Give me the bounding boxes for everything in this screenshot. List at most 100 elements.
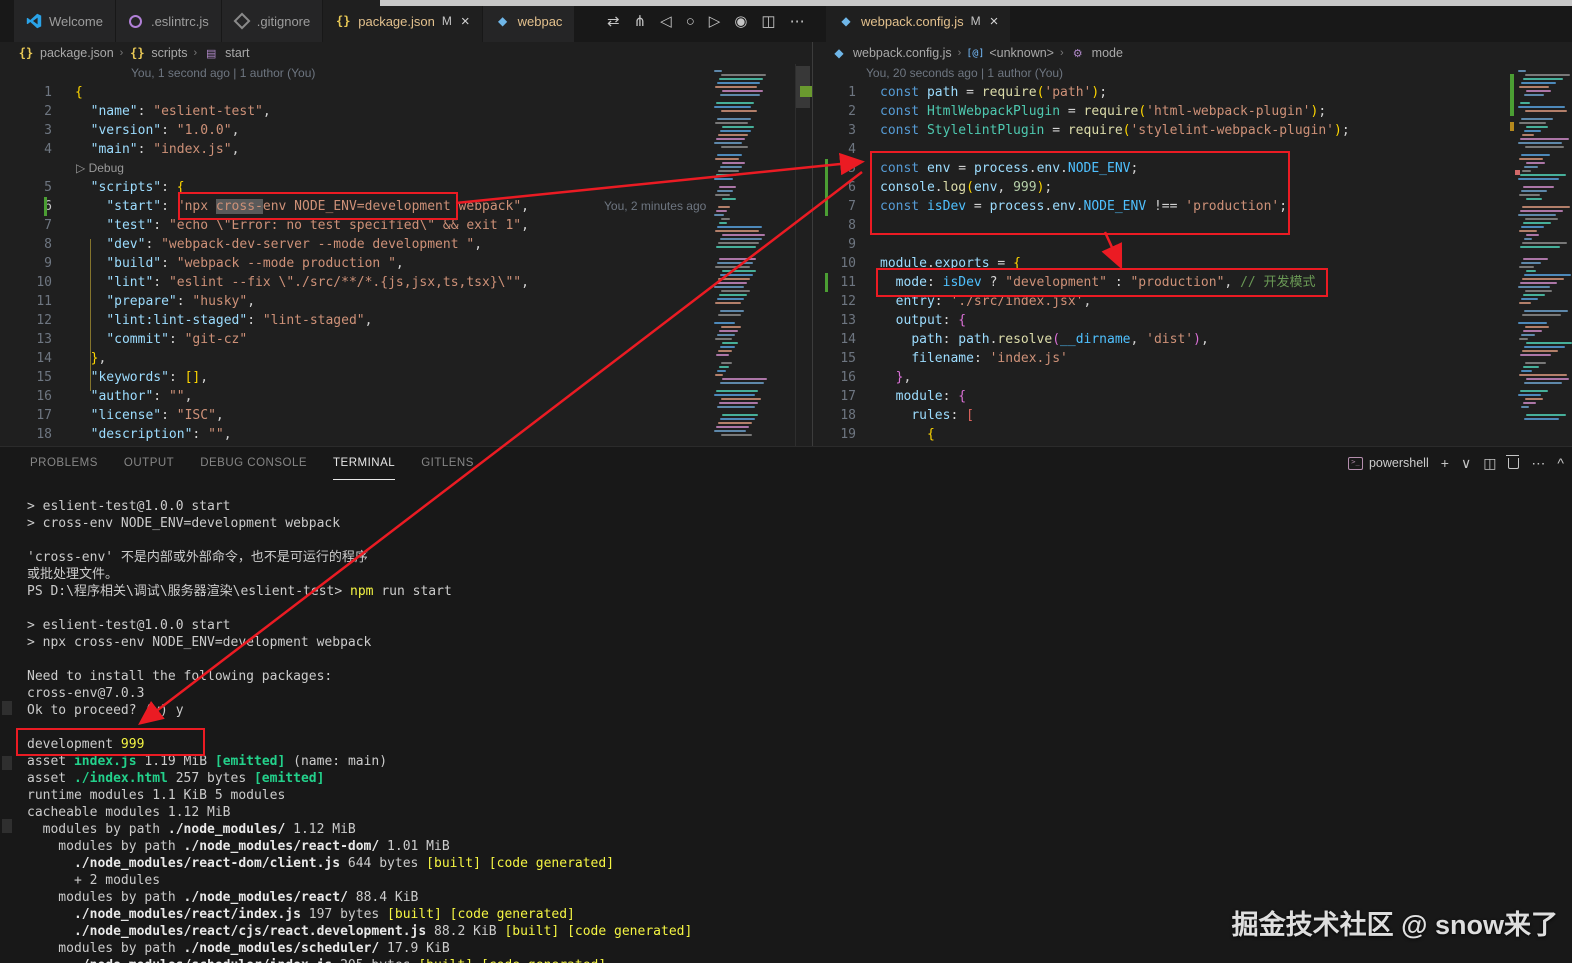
panel-tab-gitlens[interactable]: GITLENS	[421, 447, 474, 480]
previous-change-icon[interactable]: ◁	[660, 12, 672, 30]
tab--eslintrc-js[interactable]: .eslintrc.js	[115, 0, 222, 42]
text-segment: "keywords"	[90, 370, 169, 385]
text-segment: cacheable modules 1.12 MiB	[27, 805, 231, 820]
run-file-icon[interactable]: ◉	[734, 12, 747, 30]
terminal-output[interactable]: > eslient-test@1.0.0 start > cross-env NO…	[0, 479, 1572, 963]
text-segment	[75, 199, 106, 214]
panel-tab-debug-console[interactable]: DEBUG CONSOLE	[200, 447, 307, 480]
code-line[interactable]: 15 "keywords": [],	[0, 368, 812, 387]
minimap-line	[1520, 102, 1530, 104]
code-line[interactable]: 17 "license": "ISC",	[0, 406, 812, 425]
line-number: 4	[848, 142, 856, 157]
code-line[interactable]: 8 "dev": "webpack-dev-server --mode deve…	[0, 235, 812, 254]
code-line[interactable]: 19 {	[813, 425, 1572, 444]
minimap-line	[720, 274, 753, 276]
text-segment: ,	[200, 370, 209, 385]
minimap-line	[722, 126, 754, 128]
tab-package-json[interactable]: {} package.json M ×	[323, 0, 483, 42]
panel-tab-output[interactable]: OUTPUT	[124, 447, 174, 480]
code-line[interactable]: 18 rules: [	[813, 406, 1572, 425]
text-segment: 'index.js'	[989, 351, 1068, 366]
code-line[interactable]: 14 },	[0, 349, 812, 368]
text-segment: {	[958, 389, 967, 404]
kill-terminal-icon[interactable]	[1506, 454, 1520, 469]
code-line[interactable]: 16 },	[813, 368, 1572, 387]
close-icon[interactable]: ×	[990, 13, 999, 30]
tab-webpack-config-js[interactable]: ◆ webpack.config.js M ×	[826, 0, 1012, 42]
scrollbar-track[interactable]	[795, 64, 812, 446]
text-segment: 88.2 KiB	[426, 924, 505, 939]
code-line[interactable]: 11 "prepare": "husky",	[0, 292, 812, 311]
text-segment: "description"	[90, 427, 193, 442]
code-line[interactable]: 13 output: {	[813, 311, 1572, 330]
minimap-line	[721, 110, 757, 112]
breadcrumb-item[interactable]: scripts	[151, 46, 187, 60]
minimap[interactable]	[1516, 64, 1572, 444]
launch-profile-dropdown-icon[interactable]: ∨	[1461, 455, 1471, 472]
text-segment: > eslient-test@1.0.0 start	[27, 618, 231, 633]
code-line[interactable]: 16 "author": "",	[0, 387, 812, 406]
split-editor-icon[interactable]: ◫	[761, 12, 775, 30]
codelens-debug[interactable]: ▷ Debug	[0, 159, 812, 178]
code-line[interactable]: 9	[813, 235, 1572, 254]
code-line[interactable]: 18 "description": "",	[0, 425, 812, 444]
editor-left-package-json[interactable]: {} package.json › {} scripts › ▤ start You, 1 s…	[0, 42, 812, 446]
text-segment	[27, 958, 74, 963]
code-line[interactable]: 4 "main": "index.js",	[0, 140, 812, 159]
minimap-line	[1521, 298, 1538, 300]
code-line[interactable]: 2 const HtmlWebpackPlugin = require('html…	[813, 102, 1572, 121]
code-line[interactable]: 2 "name": "eslient-test",	[0, 102, 812, 121]
text-segment: :	[161, 180, 177, 195]
text-segment: ,	[1130, 332, 1147, 347]
tab-welcome[interactable]: Welcome	[14, 0, 116, 42]
source-control-graph-icon[interactable]: ⋔	[634, 12, 647, 30]
code-line[interactable]: 17 module: {	[813, 387, 1572, 406]
breadcrumb[interactable]: {} package.json › {} scripts › ▤ start	[0, 42, 812, 64]
editor-right-webpack-config[interactable]: ◆ webpack.config.js › [@] <unknown> › ⚙ mode Yo…	[813, 42, 1572, 446]
terminal-shell-item[interactable]: >_ powershell	[1347, 456, 1429, 470]
code-line[interactable]: 13 "commit": "git-cz"	[0, 330, 812, 349]
code-area[interactable]: You, 20 seconds ago | 1 author (You) 1 con…	[813, 64, 1572, 446]
close-icon[interactable]: ×	[461, 13, 470, 30]
code-line[interactable]: 15 filename: 'index.js'	[813, 349, 1572, 368]
breadcrumb[interactable]: ◆ webpack.config.js › [@] <unknown> › ⚙ mode	[813, 42, 1572, 64]
code-line[interactable]: 10 "lint": "eslint --fix \"./src/**/*.{j…	[0, 273, 812, 292]
split-terminal-icon[interactable]: ◫	[1483, 455, 1496, 472]
more-actions-icon[interactable]: ⋯	[790, 12, 805, 30]
new-terminal-icon[interactable]: +	[1441, 455, 1449, 471]
more-actions-icon[interactable]: ⋯	[1531, 455, 1545, 472]
code-line[interactable]: 3 const StylelintPlugin = require('stylel…	[813, 121, 1572, 140]
text-segment: "author"	[90, 389, 154, 404]
next-change-icon[interactable]: ▷	[709, 12, 721, 30]
change-dot-icon[interactable]: ○	[686, 13, 695, 30]
minimap-line	[722, 378, 767, 380]
panel-tab-terminal[interactable]: TERMINAL	[333, 447, 396, 480]
breadcrumb-item[interactable]: <unknown>	[989, 46, 1054, 60]
breadcrumb-item[interactable]: start	[225, 46, 249, 60]
minimap-line	[1523, 402, 1536, 404]
minimap[interactable]	[712, 64, 767, 444]
code-line[interactable]: 1 const path = require('path');	[813, 83, 1572, 102]
breadcrumb-separator: ›	[119, 47, 124, 59]
minimap-line	[719, 330, 738, 332]
code-line[interactable]: 12 "lint:lint-staged": "lint-staged",	[0, 311, 812, 330]
tab--gitignore[interactable]: .gitignore	[221, 0, 324, 42]
panel-tab-problems[interactable]: PROBLEMS	[30, 447, 98, 480]
code-line[interactable]: 3 "version": "1.0.0",	[0, 121, 812, 140]
text-segment	[75, 351, 91, 366]
code-line[interactable]: 14 path: path.resolve(__dirname, 'dist')…	[813, 330, 1572, 349]
minimap-line	[1523, 330, 1542, 332]
code-line[interactable]: 9 "build": "webpack --mode production ",	[0, 254, 812, 273]
tab-webpac[interactable]: ◆ webpac	[482, 0, 576, 42]
code-area[interactable]: You, 1 second ago | 1 author (You) 1{2 "n…	[0, 64, 812, 446]
text-segment: )	[1193, 332, 1201, 347]
code-line[interactable]: 1{	[0, 83, 812, 102]
minimap-line	[1519, 230, 1537, 232]
line-text: "scripts": {	[52, 178, 185, 197]
maximize-panel-icon[interactable]: ^	[1557, 455, 1564, 471]
breadcrumb-item[interactable]: webpack.config.js	[853, 46, 952, 60]
compare-changes-icon[interactable]: ⇄	[607, 12, 620, 30]
breadcrumb-item[interactable]: mode	[1092, 46, 1123, 60]
breadcrumb-item[interactable]: package.json	[40, 46, 114, 60]
minimap-line	[1524, 130, 1541, 132]
